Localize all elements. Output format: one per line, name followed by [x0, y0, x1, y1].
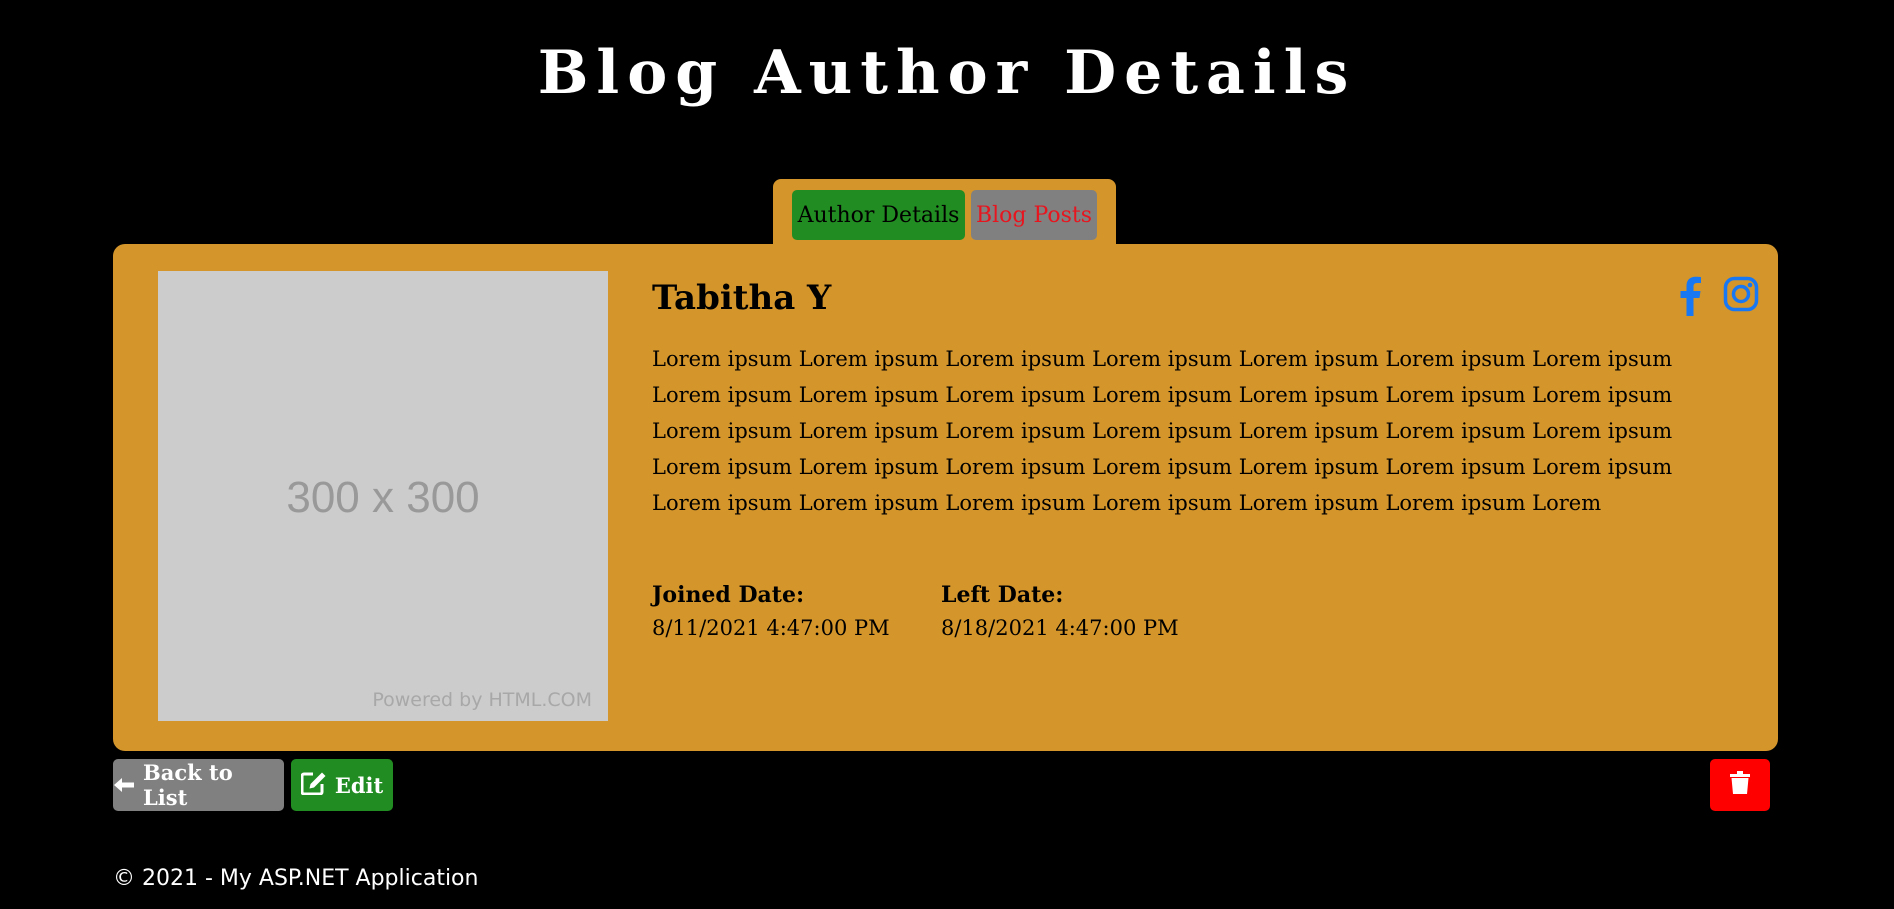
image-powered-by: Powered by HTML.COM	[372, 689, 592, 711]
tab-strip: Author Details Blog Posts	[773, 179, 1116, 249]
joined-date-block: Joined Date: 8/11/2021 4:47:00 PM	[652, 580, 890, 646]
back-to-list-label: Back to List	[143, 760, 233, 810]
edit-button[interactable]: Edit	[291, 759, 393, 811]
instagram-icon[interactable]	[1723, 276, 1759, 316]
arrow-left-icon	[113, 773, 135, 798]
image-size-text: 300 x 300	[286, 473, 480, 522]
left-date-label: Left Date:	[941, 582, 1064, 608]
edit-icon	[300, 771, 327, 800]
trash-icon	[1730, 770, 1750, 800]
author-name: Tabitha Y	[652, 278, 832, 318]
joined-date-label: Joined Date:	[652, 582, 805, 608]
facebook-icon[interactable]	[1678, 276, 1702, 320]
author-bio: Lorem ipsum Lorem ipsum Lorem ipsum Lore…	[652, 347, 1673, 515]
author-image-placeholder: 300 x 300 Powered by HTML.COM	[158, 271, 608, 721]
tab-author-details[interactable]: Author Details	[792, 190, 965, 240]
footer-copyright: © 2021 - My ASP.NET Application	[113, 866, 479, 891]
joined-date-value: 8/11/2021 4:47:00 PM	[652, 616, 890, 640]
back-to-list-button[interactable]: Back to List	[113, 759, 284, 811]
left-date-value: 8/18/2021 4:47:00 PM	[941, 616, 1179, 640]
page-title: Blog Author Details	[537, 38, 1357, 108]
tab-blog-posts[interactable]: Blog Posts	[971, 190, 1097, 240]
edit-label: Edit	[334, 772, 384, 798]
delete-button[interactable]	[1710, 759, 1770, 811]
author-card: 300 x 300 Powered by HTML.COM Tabitha Y …	[113, 244, 1778, 751]
left-date-block: Left Date: 8/18/2021 4:47:00 PM	[941, 580, 1179, 646]
